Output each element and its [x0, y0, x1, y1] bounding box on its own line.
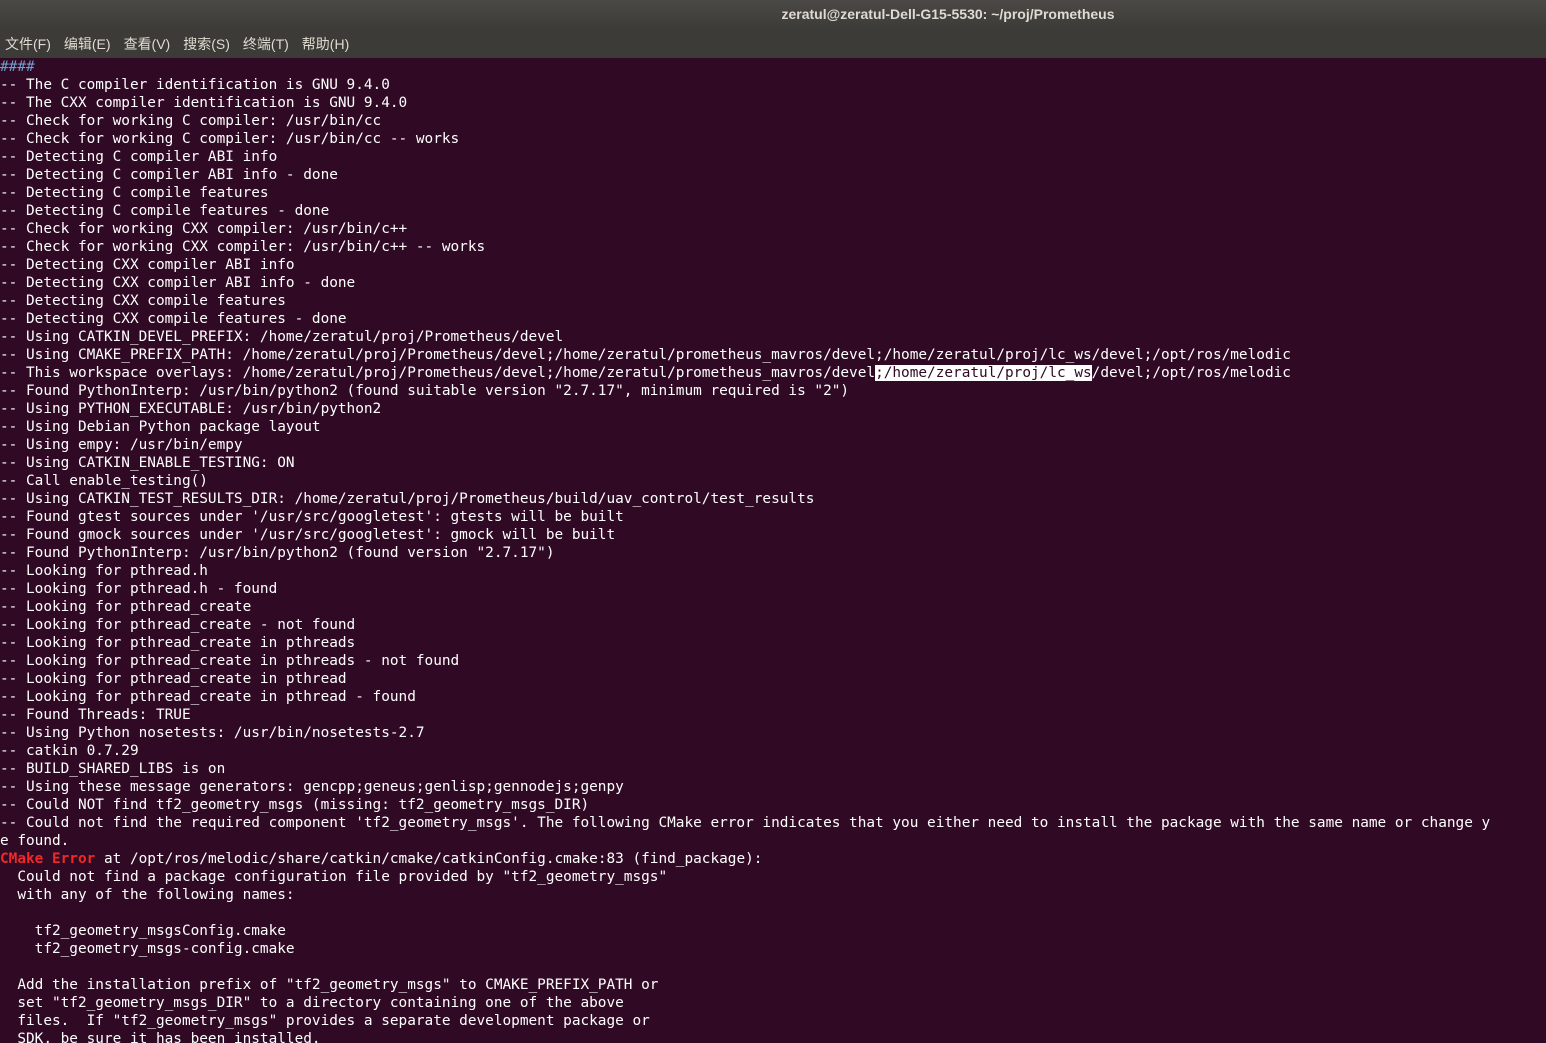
menu-file[interactable]: 文件(F) [5, 34, 51, 54]
window-title: zeratul@zeratul-Dell-G15-5530: ~/proj/Pr… [781, 6, 1115, 22]
menu-help[interactable]: 帮助(H) [302, 34, 349, 54]
text-selection: ;/home/zeratul/proj/lc_ws [875, 365, 1092, 381]
terminal-line: -- Detecting C compiler ABI info - done [0, 167, 338, 183]
terminal-line: -- Looking for pthread_create - not foun… [0, 617, 356, 633]
terminal-line: #### [0, 59, 35, 75]
terminal-line: -- Using CATKIN_TEST_RESULTS_DIR: /home/… [0, 491, 815, 507]
terminal-line: -- Using these message generators: gencp… [0, 779, 624, 795]
error-detail-line: Add the installation prefix of "tf2_geom… [0, 977, 659, 993]
error-detail-line: Could not find a package configuration f… [0, 869, 668, 885]
terminal-line: -- catkin 0.7.29 [0, 743, 139, 759]
terminal-line: -- Using PYTHON_EXECUTABLE: /usr/bin/pyt… [0, 401, 382, 417]
terminal-line: -- Looking for pthread_create in pthread [0, 671, 347, 687]
error-detail-line: tf2_geometry_msgs-config.cmake [0, 941, 295, 957]
terminal-line: -- Detecting C compile features - done [0, 203, 330, 219]
terminal-output[interactable]: #### -- The C compiler identification is … [0, 58, 1546, 1043]
terminal-line: -- Using Python nosetests: /usr/bin/nose… [0, 725, 425, 741]
terminal-line: -- Using Debian Python package layout [0, 419, 321, 435]
terminal-line: -- Using empy: /usr/bin/empy [0, 437, 243, 453]
terminal-line: -- Using CATKIN_DEVEL_PREFIX: /home/zera… [0, 329, 564, 345]
terminal-line: -- BUILD_SHARED_LIBS is on [0, 761, 226, 777]
menu-bar: 文件(F) 编辑(E) 查看(V) 搜索(S) 终端(T) 帮助(H) [0, 30, 1546, 58]
terminal-line: -- Detecting CXX compile features - done [0, 311, 347, 327]
terminal-line: -- Detecting CXX compiler ABI info [0, 257, 295, 273]
error-line: CMake Error at /opt/ros/melodic/share/ca… [0, 851, 763, 867]
error-detail-line: SDK, be sure it has been installed. [0, 1031, 321, 1043]
terminal-line: -- Found Threads: TRUE [0, 707, 191, 723]
terminal-line: -- Detecting C compile features [0, 185, 269, 201]
error-label: CMake Error [0, 851, 96, 867]
terminal-line: -- Looking for pthread_create in pthread… [0, 635, 356, 651]
terminal-line: -- This workspace overlays: /home/zeratu… [0, 365, 1291, 381]
terminal-line: -- Detecting CXX compile features [0, 293, 286, 309]
terminal-line: -- Using CMAKE_PREFIX_PATH: /home/zeratu… [0, 347, 1291, 363]
terminal-line: -- Call enable_testing() [0, 473, 208, 489]
terminal-line: -- Found gmock sources under '/usr/src/g… [0, 527, 616, 543]
error-detail-line [0, 904, 1546, 922]
menu-edit[interactable]: 编辑(E) [64, 34, 111, 54]
terminal-line: -- Found PythonInterp: /usr/bin/python2 … [0, 383, 850, 399]
error-detail-line: with any of the following names: [0, 887, 295, 903]
terminal-line: -- Detecting CXX compiler ABI info - don… [0, 275, 356, 291]
terminal-line: -- Check for working C compiler: /usr/bi… [0, 113, 382, 129]
terminal-line: -- Check for working CXX compiler: /usr/… [0, 221, 408, 237]
error-detail-line: tf2_geometry_msgsConfig.cmake [0, 923, 286, 939]
terminal-line: -- Looking for pthread.h - found [0, 581, 278, 597]
error-detail-line [0, 958, 1546, 976]
terminal-line: -- Check for working C compiler: /usr/bi… [0, 131, 460, 147]
error-detail-line: files. If "tf2_geometry_msgs" provides a… [0, 1013, 650, 1029]
menu-search[interactable]: 搜索(S) [183, 34, 230, 54]
terminal-line: -- The CXX compiler identification is GN… [0, 95, 408, 111]
terminal-line: -- Using CATKIN_ENABLE_TESTING: ON [0, 455, 295, 471]
title-bar: zeratul@zeratul-Dell-G15-5530: ~/proj/Pr… [0, 0, 1546, 30]
terminal-line: -- Looking for pthread.h [0, 563, 208, 579]
terminal-line: -- Looking for pthread_create in pthread… [0, 689, 416, 705]
terminal-line: -- Looking for pthread_create in pthread… [0, 653, 460, 669]
error-detail-line: set "tf2_geometry_msgs_DIR" to a directo… [0, 995, 624, 1011]
terminal-line: -- Could NOT find tf2_geometry_msgs (mis… [0, 797, 590, 813]
terminal-line: -- The C compiler identification is GNU … [0, 77, 390, 93]
menu-view[interactable]: 查看(V) [124, 34, 171, 54]
terminal-line: -- Check for working CXX compiler: /usr/… [0, 239, 486, 255]
terminal-line: -- Could not find the required component… [0, 815, 1491, 831]
menu-terminal[interactable]: 终端(T) [243, 34, 289, 54]
terminal-line: -- Found PythonInterp: /usr/bin/python2 … [0, 545, 555, 561]
terminal-line: -- Found gtest sources under '/usr/src/g… [0, 509, 624, 525]
terminal-line: -- Detecting C compiler ABI info [0, 149, 278, 165]
terminal-line: e found. [0, 833, 70, 849]
terminal-line: -- Looking for pthread_create [0, 599, 252, 615]
